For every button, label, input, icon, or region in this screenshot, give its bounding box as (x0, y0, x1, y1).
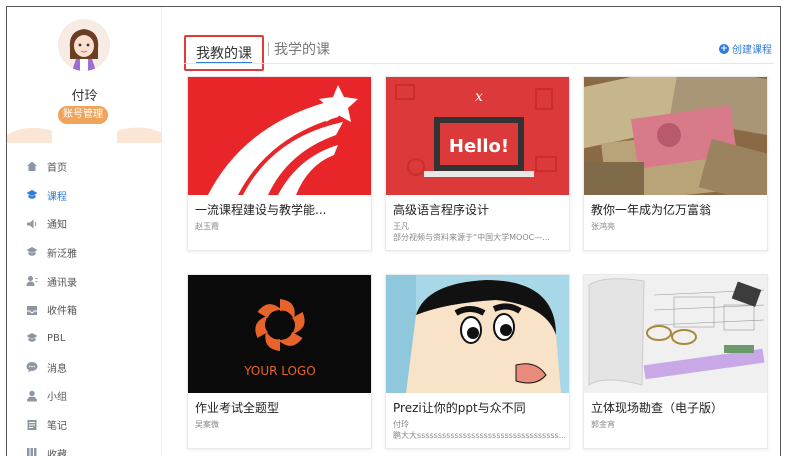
laptop-hello-image: Hello! x (386, 77, 569, 195)
sidebar-item-group[interactable]: 小组 (7, 382, 162, 411)
sidebar-item-label: 首页 (47, 162, 67, 174)
course-thumbnail (386, 275, 569, 393)
sidebar-item-label: PBL (47, 332, 66, 344)
tab-teaching-courses[interactable]: 我教的课 (184, 35, 264, 71)
tab-bottom-rule (184, 63, 774, 64)
logo-text: YOUR LOGO (243, 364, 316, 378)
course-title: 作业考试全题型 (195, 401, 280, 415)
sidebar-item-label: 收件箱 (47, 306, 77, 318)
course-thumbnail (584, 77, 767, 195)
hello-text: Hello! (449, 136, 509, 157)
contacts-icon (26, 276, 38, 287)
plus-circle-icon: + (719, 43, 729, 54)
app-frame: 付玲 账号管理 首页 课程 通知 新泛雅 通讯录 收件箱 PBL 消息 小组 笔… (6, 6, 781, 456)
x-mark-text: x (475, 89, 483, 105)
sidebar-item-label: 新泛雅 (47, 248, 77, 260)
message-icon (26, 362, 38, 373)
main-content: 我教的课 我学的课 + 创建课程 一流课程建设与教学能... 赵玉霞 Hello… (162, 7, 780, 456)
course-teacher: 付玲 (393, 420, 409, 429)
sidebar-item-notice[interactable]: 通知 (7, 209, 162, 238)
avatar-icon (58, 19, 110, 71)
your-logo-image: YOUR LOGO (188, 275, 371, 393)
pbl-icon (26, 333, 38, 343)
sidebar-item-favorite[interactable]: 收藏 (7, 439, 162, 456)
group-icon (27, 390, 37, 402)
course-title: Prezi让你的ppt与众不同 (393, 401, 526, 415)
sidebar-item-inbox[interactable]: 收件箱 (7, 295, 162, 324)
fanya-icon (26, 247, 38, 257)
sidebar-item-label: 笔记 (47, 421, 67, 433)
course-card[interactable]: Prezi让你的ppt与众不同 付玲 鹏大大ssssssssssssssssss… (385, 274, 570, 449)
tab-divider (268, 42, 269, 56)
course-title: 一流课程建设与教学能... (195, 203, 327, 217)
course-thumbnail (188, 77, 371, 195)
inbox-icon (27, 305, 37, 315)
user-name: 付玲 (71, 89, 98, 104)
account-manage-button[interactable]: 账号管理 (58, 106, 108, 124)
sidebar-item-label: 收藏 (47, 449, 67, 456)
sidebar-item-home[interactable]: 首页 (7, 152, 162, 181)
sidebar-item-label: 消息 (47, 363, 67, 375)
course-teacher: 王凡 (393, 222, 409, 231)
course-title: 高级语言程序设计 (393, 203, 490, 217)
course-card[interactable]: 立体现场勘查（电子版） 郭金宵 (583, 274, 768, 449)
course-icon (26, 190, 38, 199)
sidebar-item-message[interactable]: 消息 (7, 353, 162, 382)
create-course-label: 创建课程 (732, 45, 772, 56)
course-card[interactable]: YOUR LOGO 作业考试全题型 吴案微 (187, 274, 372, 449)
create-course-link[interactable]: + 创建课程 (719, 41, 772, 56)
sidebar-nav: 首页 课程 通知 新泛雅 通讯录 收件箱 PBL 消息 小组 笔记 收藏 (7, 152, 162, 456)
sidebar-item-label: 小组 (47, 392, 67, 404)
course-teacher: 张鸿亮 (591, 222, 615, 231)
sidebar-item-course[interactable]: 课程 (7, 181, 162, 210)
course-title: 教你一年成为亿万富翁 (591, 203, 712, 217)
favorite-icon (27, 448, 37, 456)
sidebar-item-fanya[interactable]: 新泛雅 (7, 238, 162, 267)
sidebar-item-label: 通知 (47, 220, 67, 232)
sidebar-item-label: 通讯录 (47, 277, 77, 289)
course-title: 立体现场勘查（电子版） (591, 401, 724, 415)
course-tabs: 我教的课 我学的课 (184, 34, 330, 71)
tab-learning-courses[interactable]: 我学的课 (274, 39, 330, 59)
course-card[interactable]: Hello! x 高级语言程序设计 王凡 部分视频与资料来源于“中国大学MOOC… (385, 76, 570, 251)
shooting-star-logo-image (188, 77, 371, 195)
course-card[interactable]: 教你一年成为亿万富翁 张鸿亮 (583, 76, 768, 251)
course-card[interactable]: 一流课程建设与教学能... 赵玉霞 (187, 76, 372, 251)
blueprint-tools-image (584, 275, 767, 393)
course-thumbnail (584, 275, 767, 393)
course-note: 部分视频与资料来源于“中国大学MOOC—... (393, 233, 550, 242)
course-thumbnail: YOUR LOGO (188, 275, 371, 393)
note-icon (27, 419, 37, 430)
home-icon (27, 161, 37, 172)
sidebar-item-contacts[interactable]: 通讯录 (7, 267, 162, 296)
course-teacher: 吴案微 (195, 420, 219, 429)
course-note: 鹏大大ssssssssssssssssssssssssssssssssss... (393, 431, 565, 440)
sidebar: 付玲 账号管理 首页 课程 通知 新泛雅 通讯录 收件箱 PBL 消息 小组 笔… (7, 7, 162, 456)
banknotes-image (584, 77, 767, 195)
sidebar-item-note[interactable]: 笔记 (7, 410, 162, 439)
avatar[interactable] (58, 19, 110, 71)
sidebar-item-label: 课程 (47, 191, 67, 203)
course-teacher: 郭金宵 (591, 420, 615, 429)
sidebar-item-pbl[interactable]: PBL (7, 324, 162, 353)
notice-icon (27, 219, 37, 229)
course-teacher: 赵玉霞 (195, 222, 219, 231)
cartoon-boy-image (386, 275, 569, 393)
tab-label: 我教的课 (196, 46, 252, 62)
course-thumbnail: Hello! x (386, 77, 569, 195)
profile-panel: 付玲 账号管理 (7, 7, 162, 145)
